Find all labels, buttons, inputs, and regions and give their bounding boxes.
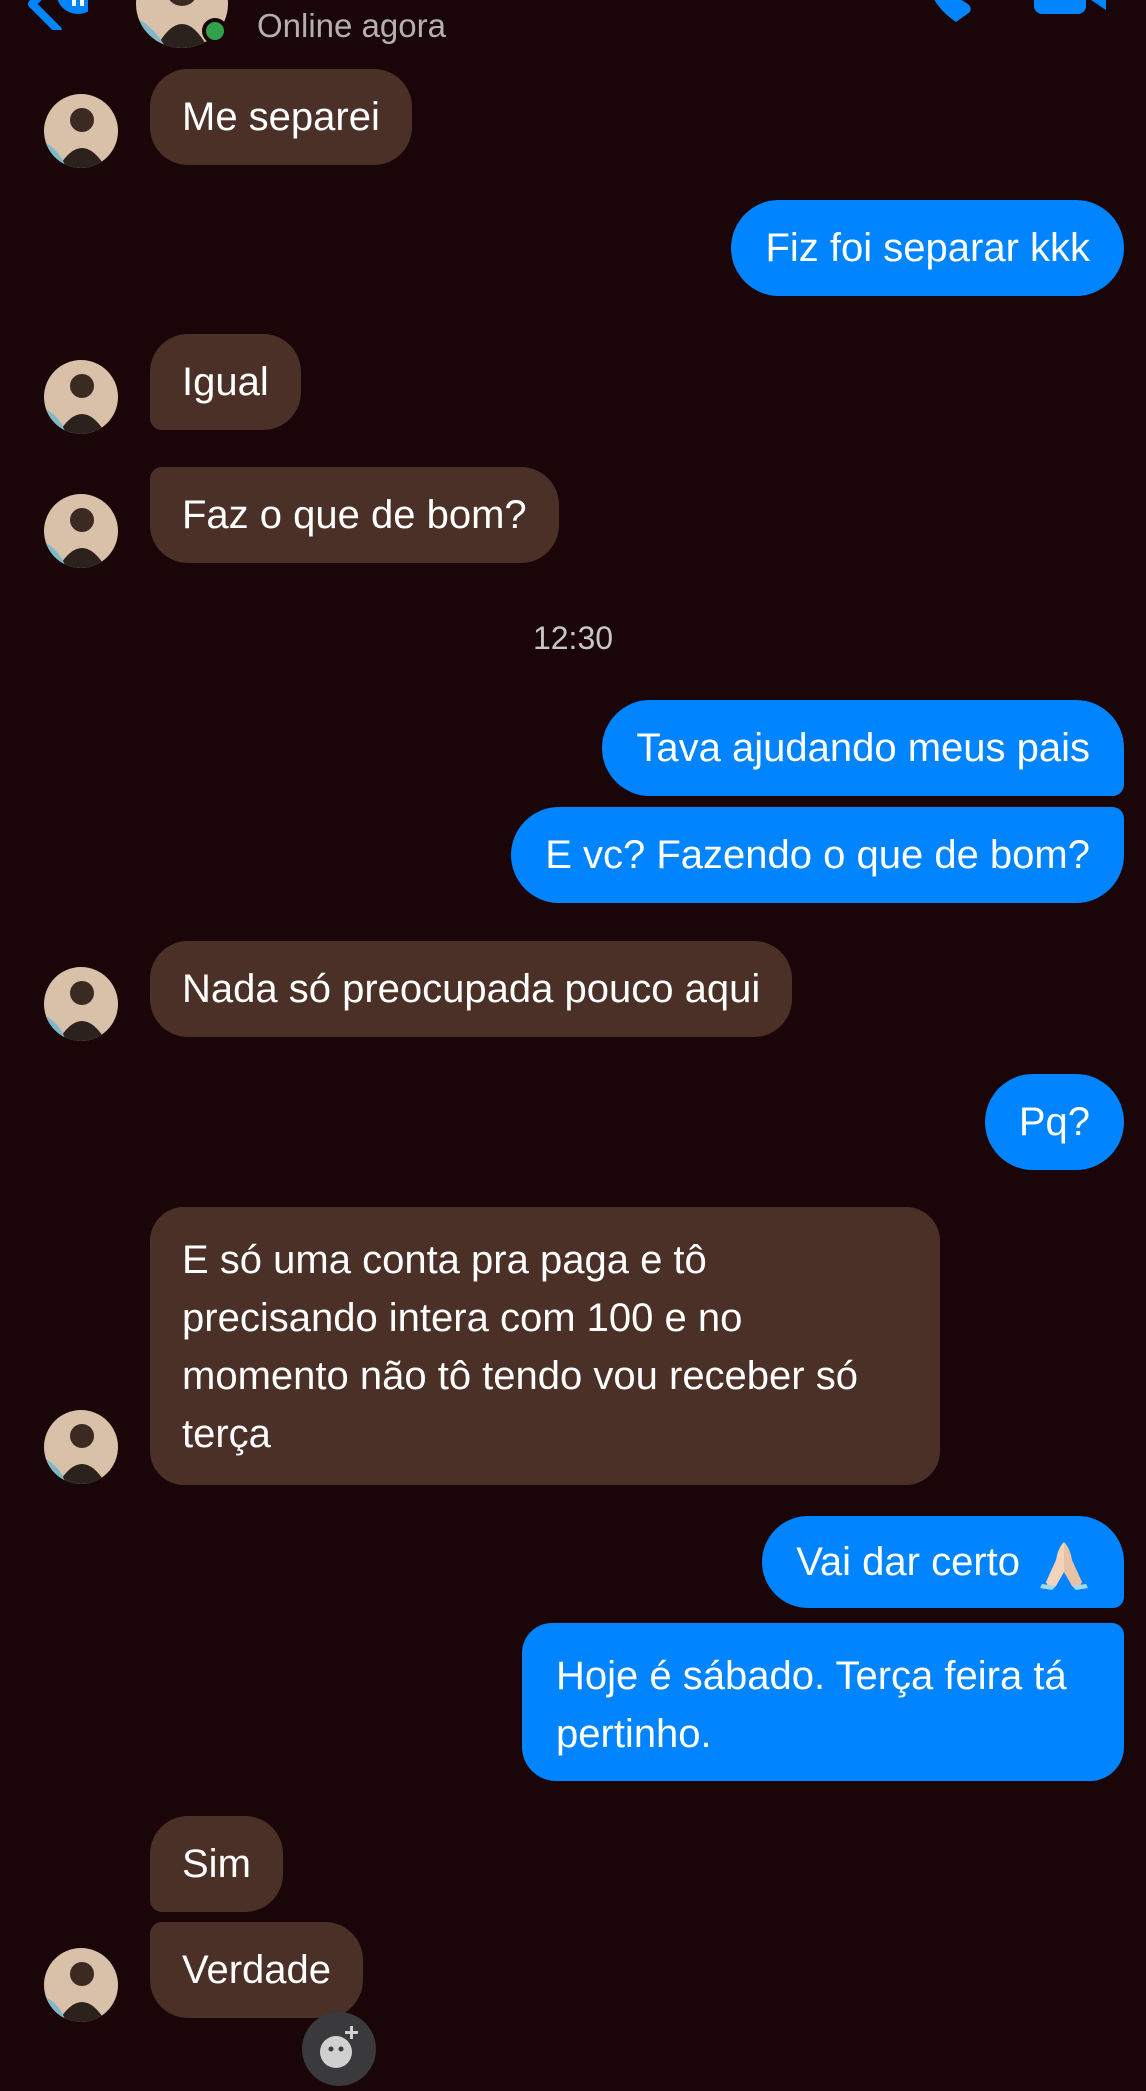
message-bubble-outgoing[interactable]: Hoje é sábado. Terça feira tá pertinho. [522, 1623, 1124, 1781]
message-bubble-incoming[interactable]: Faz o que de bom? [150, 467, 559, 563]
add-reaction-button[interactable] [302, 2012, 376, 2086]
message-text: Hoje é sábado. Terça feira tá pertinho. [556, 1654, 1067, 1756]
message-bubble-incoming[interactable]: Sim [150, 1816, 283, 1912]
contact-avatar-small[interactable] [44, 360, 118, 434]
message-text: E só uma conta pra paga e tô precisando … [182, 1238, 858, 1456]
back-arrow-icon[interactable] [18, 0, 88, 30]
message-bubble-incoming[interactable]: Verdade [150, 1922, 364, 2018]
contact-avatar-small[interactable] [44, 494, 118, 568]
message-text: Fiz foi separar kkk [765, 226, 1090, 270]
message-text: E vc? Fazendo o que de bom? [545, 833, 1090, 877]
message-text: Faz o que de bom? [182, 493, 527, 537]
contact-status: Online agora [257, 7, 446, 44]
message-bubble-incoming[interactable]: Nada só preocupada pouco aqui [150, 941, 793, 1037]
message-text: Vai dar certo [796, 1540, 1020, 1584]
message-text: Sim [182, 1842, 251, 1886]
message-bubble-outgoing[interactable]: E vc? Fazendo o que de bom? [511, 807, 1124, 903]
message-text: Me separei [182, 95, 380, 139]
folded-hands-emoji [1040, 1542, 1088, 1591]
add-reaction-icon [320, 2026, 358, 2068]
message-text: Pq? [1018, 1100, 1090, 1144]
message-text: Tava ajudando meus pais [636, 726, 1090, 770]
message-bubble-outgoing[interactable]: Pq? [984, 1074, 1124, 1170]
online-status-dot [202, 18, 228, 44]
message-text: Nada só preocupada pouco aqui [182, 967, 761, 1011]
message-bubble-outgoing[interactable]: Fiz foi separar kkk [731, 200, 1124, 296]
video-camera-icon[interactable] [1030, 0, 1110, 20]
contact-avatar-small[interactable] [44, 967, 118, 1041]
timestamp: 12:30 [532, 620, 614, 656]
contact-avatar-small[interactable] [44, 1410, 118, 1484]
message-bubble-incoming[interactable]: E só uma conta pra paga e tô precisando … [150, 1207, 940, 1485]
message-bubble-outgoing[interactable]: Vai dar certo [762, 1516, 1124, 1608]
message-text: Igual [182, 360, 269, 404]
message-bubble-outgoing[interactable]: Tava ajudando meus pais [602, 700, 1124, 796]
chat-header: Online agora [0, 0, 1146, 62]
phone-icon[interactable] [920, 0, 980, 30]
contact-avatar-small[interactable] [44, 94, 118, 168]
message-text: Verdade [182, 1948, 332, 1992]
message-bubble-incoming[interactable]: Igual [150, 334, 301, 430]
message-bubble-incoming[interactable]: Me separei [150, 69, 412, 165]
contact-avatar-small[interactable] [44, 1948, 118, 2022]
